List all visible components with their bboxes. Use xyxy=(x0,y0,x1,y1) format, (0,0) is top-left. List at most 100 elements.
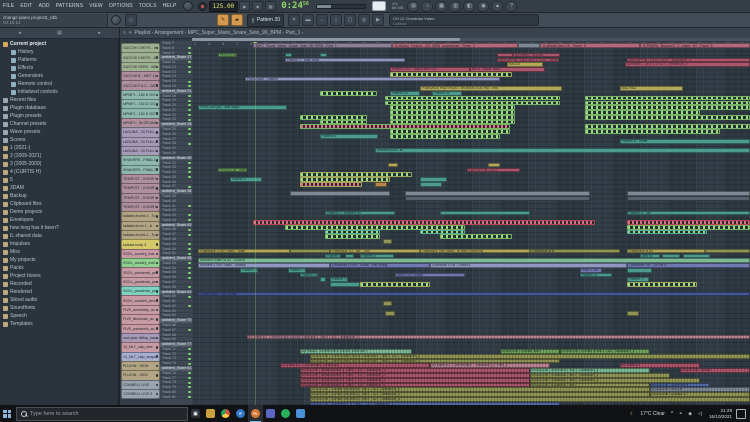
taskbar-icon-task-view[interactable]: ▣ xyxy=(188,405,203,422)
playlist-toggle-icon[interactable]: ▤ xyxy=(407,1,419,12)
arrangement-marker[interactable]: A-Honky_Tonk1a_125_BPM_looperman - Track… xyxy=(392,43,518,48)
clip[interactable]: Flashback TD - BB - Trks xyxy=(330,249,420,254)
clip[interactable]: # GUCCHI - CHVRCHES 100 BT DIVA WET - WE… xyxy=(310,354,750,359)
picker-mute-led[interactable] xyxy=(156,159,159,162)
taskbar-icon-edge[interactable]: e xyxy=(233,405,248,422)
browser-item-packs[interactable]: Packs xyxy=(0,264,119,272)
picker-mute-led[interactable] xyxy=(156,75,159,78)
clip[interactable]: Chordular 170Er - Snare - Pat Swing xyxy=(330,263,430,268)
browser-item-patterns[interactable]: Patterns xyxy=(0,56,119,64)
browser-item-channel-presets[interactable]: Channel presets xyxy=(0,120,119,128)
browser-item-history[interactable]: History xyxy=(0,48,119,56)
mute-tool-icon[interactable]: ▬ xyxy=(302,14,314,26)
picker-mute-led[interactable] xyxy=(156,112,159,115)
tray-icon-2[interactable]: ◁ xyxy=(698,411,702,417)
clip[interactable] xyxy=(285,225,465,230)
clip[interactable] xyxy=(300,115,367,120)
taskbar-icon-photos[interactable] xyxy=(293,405,308,422)
picker-mute-led[interactable] xyxy=(156,384,159,387)
tray-icon-1[interactable]: ◈ xyxy=(688,411,692,417)
clip[interactable]: PERCS/M (st) - Mar loops xyxy=(198,105,287,110)
clip[interactable] xyxy=(405,196,590,201)
pattern-selector[interactable]: ▲▼ Pattern 20 xyxy=(247,14,284,27)
browser-item-plugin-database[interactable]: Plugin database xyxy=(0,104,119,112)
draw-tool-icon[interactable]: ✎ xyxy=(217,14,229,26)
clip[interactable]: Flashback la B xyxy=(530,249,620,254)
picker-clip-button[interactable]: LAGUNA - 33 FULL A xyxy=(121,127,160,137)
delete-tool-icon[interactable]: ✕ xyxy=(288,14,300,26)
clip[interactable]: # GUCCHI - ILUMBUS - WET - SMMASH_3 xyxy=(530,378,700,383)
clip[interactable]: Pattern 2 - Main beat xyxy=(285,58,405,63)
clip[interactable] xyxy=(320,277,326,282)
picker-clip-button[interactable]: COWBELL LIVE 2 xyxy=(121,389,160,399)
playlist-grid[interactable]: 1357911131517192123252729313335373941434… xyxy=(192,38,750,405)
clip[interactable]: Keys 170+ Snare xyxy=(395,273,465,278)
tray-icon-0[interactable]: ◓ xyxy=(679,411,682,417)
picker-mute-led[interactable] xyxy=(156,290,159,293)
typing-keyboard-indicator[interactable] xyxy=(372,1,386,11)
song-position-scrubber[interactable] xyxy=(316,4,366,9)
clip[interactable]: Pattern 9 - Var xyxy=(627,211,750,216)
browser-item-backup[interactable]: Backup xyxy=(0,192,119,200)
picker-mute-led[interactable] xyxy=(156,150,159,153)
tempo-display[interactable]: 125.00 xyxy=(209,1,239,12)
clip[interactable] xyxy=(300,182,362,187)
browser-item-il-shared-data[interactable]: IL shared data xyxy=(0,232,119,240)
picker-mute-led[interactable] xyxy=(156,225,159,228)
taskbar-icon-fl-studio[interactable]: FL xyxy=(248,405,263,422)
clip[interactable] xyxy=(383,239,392,244)
clip[interactable]: I'M POPPIN - GGT xyxy=(467,168,520,173)
pattern-up-down-icon[interactable]: ▲▼ xyxy=(251,17,255,23)
picker-mute-led[interactable] xyxy=(156,131,159,134)
clip[interactable]: Pattern 4 - Ambient 90 xyxy=(325,211,395,216)
clip[interactable] xyxy=(440,211,530,216)
browser-item-folder-3dam[interactable]: 3DAM xyxy=(0,184,119,192)
browser-item-rendered[interactable]: Rendered xyxy=(0,288,119,296)
arrangement-marker[interactable]: A-PSMS1_Bounce1_C_major_90 - Track_5 xyxy=(640,43,750,48)
picker-mute-led[interactable] xyxy=(156,327,159,330)
browser-collection-icon[interactable]: ▤ xyxy=(57,30,62,36)
clip[interactable] xyxy=(627,196,750,201)
picker-mute-led[interactable] xyxy=(156,365,159,368)
browser-item-folder-2[interactable]: 2 (2009-2021) xyxy=(0,152,119,160)
clip[interactable]: # GUCCHI - 88 BB ADMG 5 - WET - 127 - SM… xyxy=(300,378,530,383)
clip[interactable] xyxy=(385,96,560,101)
weather-text[interactable]: 17°C Clear xyxy=(640,411,665,417)
picker-mute-led[interactable] xyxy=(156,140,159,143)
browser-item-clipboard-files[interactable]: Clipboard files xyxy=(0,200,119,208)
picker-mute-led[interactable] xyxy=(156,262,159,265)
picker-mute-led[interactable] xyxy=(156,253,159,256)
browser-item-folder-4[interactable]: 4 (CURTIS H) xyxy=(0,168,119,176)
song-mode-button[interactable]: ▦ xyxy=(265,1,276,11)
play-button[interactable]: ▶ xyxy=(239,1,250,11)
clip[interactable]: KAL PAD xyxy=(620,86,683,91)
picker-mute-led[interactable] xyxy=(156,346,159,349)
menu-edit[interactable]: EDIT xyxy=(17,3,35,9)
clip[interactable] xyxy=(390,72,512,77)
menu-tools[interactable]: TOOLS xyxy=(136,3,160,9)
clip[interactable]: # TEMPLST - CHVRCHES 100 BT DIVA WET - W… xyxy=(247,335,750,340)
browser-item-sliced-audio[interactable]: Sliced audio xyxy=(0,296,119,304)
clip[interactable] xyxy=(375,182,387,187)
picker-mute-led[interactable] xyxy=(156,178,159,181)
picker-mute-led[interactable] xyxy=(156,47,159,50)
browser-item-effects[interactable]: Effects xyxy=(0,64,119,72)
browser-item-recorded[interactable]: Recorded xyxy=(0,280,119,288)
browser-item-folder-3[interactable]: 3 (2005-2009) xyxy=(0,160,119,168)
clip[interactable]: Flashback Trks Stacc - la grey Swing BB xyxy=(420,249,530,254)
browser-item-impulses[interactable]: Impulses xyxy=(0,240,119,248)
taskbar-clock[interactable]: 21:2916/10/2021 xyxy=(709,408,732,418)
taskbar-search[interactable]: Type here to search xyxy=(16,407,188,421)
clip[interactable] xyxy=(385,311,395,316)
menu-file[interactable]: FILE xyxy=(0,3,17,9)
taskbar-icon-file-explorer[interactable] xyxy=(203,405,218,422)
browser-item-misc[interactable]: Misc xyxy=(0,248,119,256)
menu-patterns[interactable]: PATTERNS xyxy=(53,3,87,9)
clip[interactable]: Flashback 170Er Stacc - Main xyxy=(198,249,290,254)
browser-item-envelopes[interactable]: Envelopes xyxy=(0,216,119,224)
master-pitch-knob[interactable] xyxy=(111,15,121,25)
taskbar-icon-chrome[interactable] xyxy=(218,405,233,422)
clip[interactable] xyxy=(627,282,697,287)
picker-mute-led[interactable] xyxy=(156,299,159,302)
menu-options[interactable]: OPTIONS xyxy=(106,3,136,9)
